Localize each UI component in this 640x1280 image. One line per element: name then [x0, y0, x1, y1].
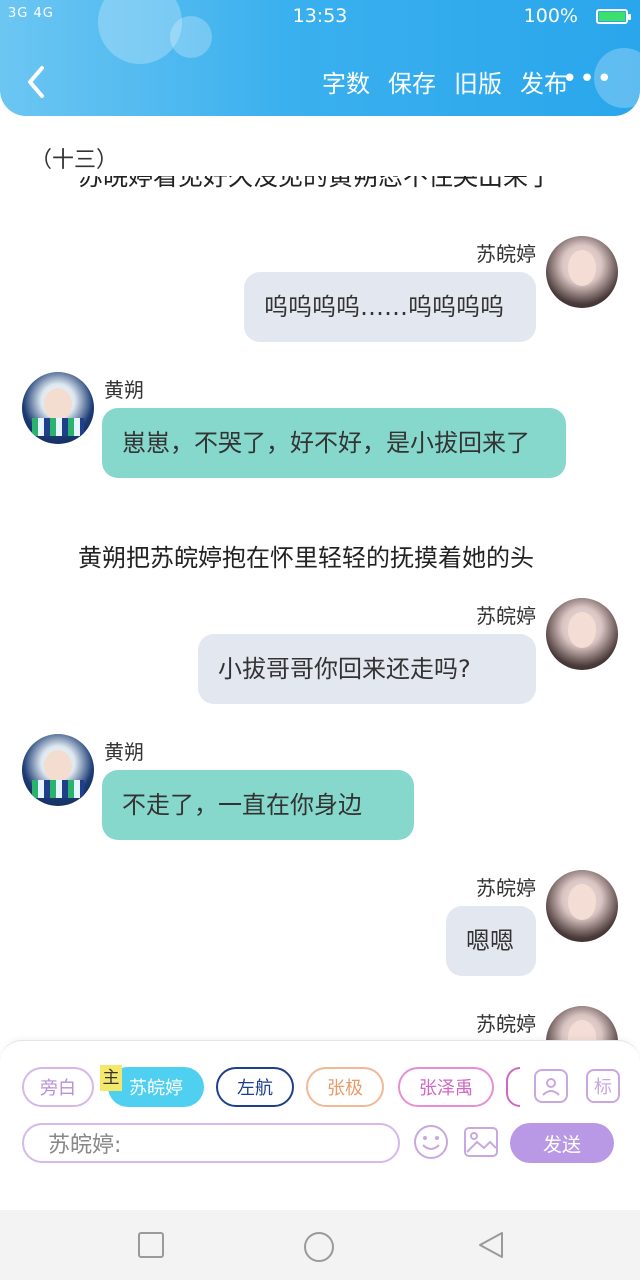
avatar[interactable]: [22, 372, 94, 444]
narration-line: 苏皖婷看见好久没见的黄朔忍不住哭出来了: [78, 176, 554, 191]
old-version-button[interactable]: 旧版: [454, 64, 502, 99]
chapter-title: （十三）: [30, 148, 119, 173]
message-input[interactable]: 苏皖婷:: [22, 1123, 400, 1163]
circle-icon: [304, 1232, 334, 1262]
avatar[interactable]: [546, 598, 618, 670]
battery-icon: [596, 9, 631, 24]
save-button[interactable]: 保存: [388, 64, 436, 99]
more-icon[interactable]: •••: [562, 64, 614, 94]
publish-button[interactable]: 发布: [520, 64, 568, 99]
top-header: 3G 4G 13:53 100% 字数 保存 旧版 发布 •••: [0, 0, 640, 116]
role-chip[interactable]: 左航: [216, 1067, 294, 1107]
back-nav-button[interactable]: [476, 1230, 506, 1264]
avatar[interactable]: [546, 236, 618, 308]
recent-apps-button[interactable]: [136, 1230, 166, 1264]
back-button[interactable]: [22, 62, 52, 102]
main-role-badge: 主: [100, 1065, 122, 1091]
message-bubble[interactable]: 嗯嗯: [446, 906, 536, 976]
emoji-icon[interactable]: [412, 1123, 450, 1161]
toolbar-actions: 字数 保存 旧版 发布: [322, 64, 568, 99]
mark-button[interactable]: 标: [586, 1069, 620, 1103]
avatar[interactable]: [546, 1006, 618, 1040]
square-icon: [138, 1232, 164, 1258]
avatar[interactable]: [546, 870, 618, 942]
role-chip[interactable]: 张极: [306, 1067, 384, 1107]
sender-name: 黄朔: [104, 378, 144, 402]
input-panel: 旁白 苏皖婷 主 左航 张极 张泽禹 标 苏皖婷: 发送: [0, 1040, 640, 1211]
message-bubble[interactable]: 不走了，一直在你身边: [102, 770, 414, 840]
message-bubble[interactable]: 小拔哥哥你回来还走吗?: [198, 634, 536, 704]
message-bubble[interactable]: 呜呜呜呜……呜呜呜呜: [244, 272, 536, 342]
battery-percent: 100%: [523, 5, 578, 27]
avatar[interactable]: [22, 734, 94, 806]
sender-name: 苏皖婷: [476, 876, 536, 900]
sender-name: 苏皖婷: [476, 1012, 536, 1036]
chat-area[interactable]: （十三） 苏皖婷看见好久没见的黄朔忍不住哭出来了 苏皖婷 呜呜呜呜……呜呜呜呜 …: [0, 116, 640, 1040]
triangle-back-icon: [479, 1232, 503, 1258]
word-count-button[interactable]: 字数: [322, 64, 370, 99]
image-icon[interactable]: [462, 1123, 500, 1161]
send-button[interactable]: 发送: [510, 1123, 614, 1163]
system-navbar: [0, 1210, 640, 1280]
role-chip-selected[interactable]: 苏皖婷: [108, 1067, 204, 1107]
message-bubble[interactable]: 崽崽，不哭了，好不好，是小拔回来了: [102, 408, 566, 478]
sender-name: 黄朔: [104, 740, 144, 764]
chevron-left-icon: [28, 66, 44, 98]
person-icon: [542, 1078, 560, 1096]
sender-name: 苏皖婷: [476, 242, 536, 266]
narration-line[interactable]: 黄朔把苏皖婷抱在怀里轻轻的抚摸着她的头: [78, 538, 534, 573]
home-button[interactable]: [302, 1230, 336, 1268]
role-chip-narrator[interactable]: 旁白: [22, 1067, 94, 1107]
character-manage-icon[interactable]: [534, 1069, 568, 1103]
sender-name: 苏皖婷: [476, 604, 536, 628]
role-chip-partial[interactable]: [506, 1067, 520, 1107]
role-chip[interactable]: 张泽禹: [398, 1067, 494, 1107]
